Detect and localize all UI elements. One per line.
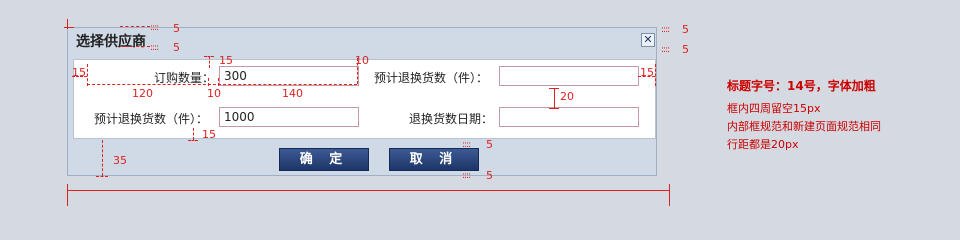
tick-mark: :::: (661, 45, 670, 55)
guide-line (549, 88, 559, 89)
note-line-3: 行距都是20px (727, 138, 799, 151)
est-return-input-1[interactable] (499, 66, 639, 86)
order-qty-input[interactable]: 300 (219, 66, 359, 86)
guide-line (554, 88, 555, 108)
label-15: 15 (219, 54, 233, 67)
return-date-label: 退换货数日期： (409, 112, 494, 126)
tick-mark: :::: (150, 43, 159, 53)
guide-line (102, 140, 103, 176)
label-10: 10 (355, 54, 369, 67)
guide-line (96, 176, 108, 177)
guide-line (87, 84, 357, 85)
label-5: 5 (173, 22, 180, 35)
label-5: 5 (682, 23, 689, 36)
label-10: 10 (207, 87, 221, 100)
label-5: 5 (173, 41, 180, 54)
close-icon[interactable]: ✕ (641, 33, 655, 47)
guide-line (120, 46, 150, 47)
label-35: 35 (113, 154, 127, 167)
guide-line (188, 140, 198, 141)
corner-mark-h (64, 27, 74, 28)
label-5: 5 (486, 138, 493, 151)
guide-line (120, 26, 150, 27)
note-line-1: 框内四周留空15px (727, 102, 821, 115)
width-line (67, 190, 670, 191)
width-line-end (669, 184, 670, 206)
note-line-2: 内部框规范和新建页面规范相同 (727, 120, 881, 133)
guide-line (204, 56, 214, 57)
tick-mark: :::: (150, 23, 159, 33)
guide-line (209, 56, 210, 68)
label-15: 15 (72, 66, 86, 79)
guide-line (218, 78, 219, 86)
label-15: 15 (202, 128, 216, 141)
guide-line (655, 64, 656, 86)
label-5: 5 (682, 43, 689, 56)
label-140: 140 (282, 87, 303, 100)
return-date-input[interactable] (499, 107, 639, 127)
est-return-label-2: 预计退换货数（件）： (94, 112, 209, 126)
est-return-label-1: 预计退换货数（件）： (374, 71, 489, 85)
label-5: 5 (486, 169, 493, 182)
label-120: 120 (132, 87, 153, 100)
label-20: 20 (560, 90, 574, 103)
cancel-button[interactable]: 取 消 (389, 148, 479, 171)
width-line-end (67, 184, 68, 206)
est-return-input-2[interactable]: 1000 (219, 107, 359, 127)
label-15: 15 (640, 66, 654, 79)
tick-mark: :::: (462, 140, 471, 150)
guide-line (87, 64, 88, 86)
guide-line (193, 128, 194, 140)
confirm-button[interactable]: 确 定 (279, 148, 369, 171)
guide-line (208, 78, 209, 86)
dialog-title: 选择供应商 (76, 34, 146, 50)
guide-line (549, 108, 559, 109)
tick-mark: :::: (462, 171, 471, 181)
tick-mark: :::: (661, 25, 670, 35)
note-title-spec: 标题字号：14号，字体加粗 (727, 79, 876, 93)
